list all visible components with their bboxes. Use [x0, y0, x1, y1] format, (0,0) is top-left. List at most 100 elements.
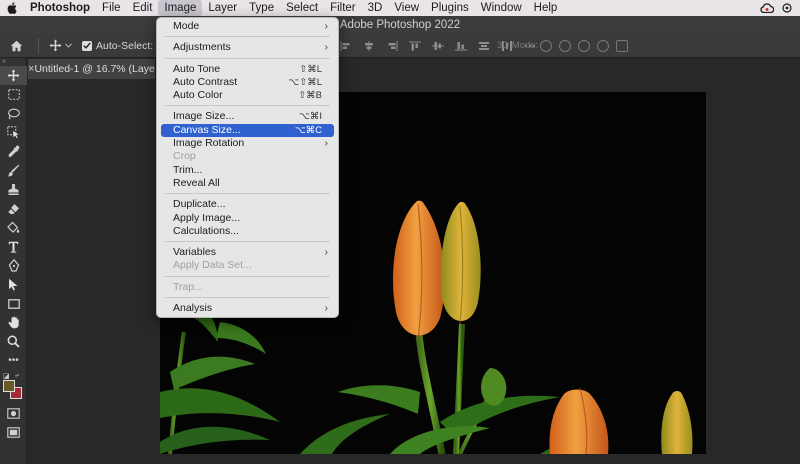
menubar-help[interactable]: Help	[528, 0, 564, 16]
menubar-app-name[interactable]: Photoshop	[24, 0, 96, 16]
status-menu-icon[interactable]	[780, 2, 794, 14]
menubar-layer[interactable]: Layer	[202, 0, 243, 16]
menu-item-label: Trim...	[173, 163, 203, 176]
3d-slide-icon[interactable]	[597, 40, 609, 52]
align-bottom-edges-icon[interactable]	[455, 41, 467, 51]
default-colors-icon[interactable]: ◪	[3, 372, 10, 380]
clone-stamp-tool[interactable]	[0, 180, 27, 199]
move-tool[interactable]	[0, 66, 27, 85]
menubar-window[interactable]: Window	[475, 0, 528, 16]
menu-item-label: Apply Image...	[173, 211, 241, 224]
zoom-tool[interactable]	[0, 332, 27, 351]
align-right-edges-icon[interactable]	[386, 41, 398, 51]
menu-item-label: Adjustments	[173, 41, 231, 54]
menubar-plugins[interactable]: Plugins	[425, 0, 475, 16]
menu-item-auto-tone[interactable]: Auto Tone ⇧⌘L	[157, 63, 338, 76]
menu-item-trap[interactable]: Trap...	[157, 281, 338, 294]
foreground-color-swatch[interactable]	[3, 380, 15, 392]
zoom-icon	[7, 335, 20, 348]
rectangle-tool[interactable]	[0, 294, 27, 313]
menubar-select[interactable]: Select	[280, 0, 324, 16]
menubar-3d[interactable]: 3D	[362, 0, 389, 16]
menu-item-label: Canvas Size...	[173, 123, 241, 136]
marquee-tool[interactable]	[0, 85, 27, 104]
eyedropper-tool[interactable]	[0, 142, 27, 161]
menu-item-shortcut: ⌥⇧⌘L	[288, 76, 322, 88]
menu-item-duplicate[interactable]: Duplicate...	[157, 198, 338, 211]
menu-item-apply-image[interactable]: Apply Image...	[157, 212, 338, 225]
chevron-down-icon	[65, 43, 72, 48]
menubar-image[interactable]: Image	[158, 0, 203, 16]
menu-item-label: Duplicate...	[173, 198, 226, 211]
eraser-tool[interactable]	[0, 199, 27, 218]
menu-item-trim[interactable]: Trim...	[157, 164, 338, 177]
align-vertical-centers-icon[interactable]	[432, 41, 444, 51]
apple-menu-icon[interactable]	[0, 2, 24, 14]
lasso-tool[interactable]	[0, 104, 27, 123]
menu-item-canvas-size[interactable]: Canvas Size... ⌥⌘C	[161, 123, 334, 138]
path-selection-tool[interactable]	[0, 275, 27, 294]
menu-item-adjustments[interactable]: Adjustments ›	[157, 41, 338, 54]
move-icon	[49, 39, 62, 52]
menu-item-shortcut: ⇧⌘L	[299, 63, 322, 75]
document-tab[interactable]: × Untitled-1 @ 16.7% (Layer	[28, 59, 156, 79]
align-top-edges-icon[interactable]	[409, 41, 421, 51]
rectangle-icon	[7, 298, 20, 309]
edit-toolbar-button[interactable]: •••	[0, 351, 27, 370]
quick-mask-button[interactable]	[0, 404, 27, 423]
menu-item-variables[interactable]: Variables ›	[157, 246, 338, 259]
menu-item-auto-color[interactable]: Auto Color ⇧⌘B	[157, 89, 338, 102]
menu-item-auto-contrast[interactable]: Auto Contrast ⌥⇧⌘L	[157, 76, 338, 89]
submenu-arrow-icon: ›	[324, 247, 328, 259]
menu-item-analysis[interactable]: Analysis ›	[157, 302, 338, 315]
menu-item-calculations[interactable]: Calculations...	[157, 225, 338, 238]
menu-item-shortcut: ⌥⌘I	[298, 111, 322, 123]
menubar-view[interactable]: View	[388, 0, 425, 16]
auto-select-checkbox[interactable]	[82, 40, 92, 51]
type-tool[interactable]	[0, 237, 27, 256]
screen-mode-button[interactable]	[0, 423, 27, 442]
menu-item-label: Analysis	[173, 302, 213, 315]
swap-colors-icon[interactable]: ⤶	[15, 372, 19, 380]
menu-separator	[165, 57, 330, 59]
align-left-edges-icon[interactable]	[340, 41, 352, 51]
3d-camera-icon[interactable]	[616, 40, 628, 52]
3d-mode-tools	[540, 34, 628, 58]
move-icon	[7, 69, 20, 82]
menubar-file[interactable]: File	[96, 0, 127, 16]
menu-item-label: Auto Color	[173, 89, 223, 102]
pen-tool[interactable]	[0, 256, 27, 275]
screen-mode-icon	[7, 427, 20, 438]
menubar-type[interactable]: Type	[243, 0, 280, 16]
menu-item-reveal-all[interactable]: Reveal All	[157, 177, 338, 190]
checkmark-icon	[83, 42, 91, 49]
3d-mode-label: 3D Mode:	[497, 40, 539, 51]
align-horizontal-centers-icon[interactable]	[363, 41, 375, 51]
paint-bucket-icon	[7, 221, 20, 233]
hand-tool[interactable]	[0, 313, 27, 332]
submenu-arrow-icon: ›	[324, 303, 328, 315]
stamp-icon	[8, 184, 19, 195]
collapse-panel-icon[interactable]: »	[0, 58, 26, 66]
menubar-edit[interactable]: Edit	[127, 0, 159, 16]
menubar-filter[interactable]: Filter	[324, 0, 362, 16]
brush-tool[interactable]	[0, 161, 27, 180]
3d-roll-icon[interactable]	[559, 40, 571, 52]
distribute-vertical-icon[interactable]	[478, 41, 490, 51]
home-button[interactable]	[0, 40, 32, 52]
path-selection-icon	[9, 278, 18, 291]
menu-item-image-rotation[interactable]: Image Rotation ›	[157, 137, 338, 150]
menu-item-crop[interactable]: Crop	[157, 150, 338, 163]
move-tool-preset-picker[interactable]	[49, 39, 72, 52]
menu-item-apply-data-set[interactable]: Apply Data Set...	[157, 259, 338, 272]
menu-item-label: Variables	[173, 246, 216, 259]
object-selection-tool[interactable]	[0, 123, 27, 142]
menu-item-mode[interactable]: Mode ›	[157, 20, 338, 33]
home-icon	[10, 40, 22, 51]
creative-cloud-icon[interactable]	[760, 2, 774, 14]
macos-menu-bar: Photoshop File Edit Image Layer Type Sel…	[0, 0, 800, 16]
menu-item-image-size[interactable]: Image Size... ⌥⌘I	[157, 110, 338, 123]
3d-orbit-icon[interactable]	[540, 40, 552, 52]
3d-drag-icon[interactable]	[578, 40, 590, 52]
paint-bucket-tool[interactable]	[0, 218, 27, 237]
